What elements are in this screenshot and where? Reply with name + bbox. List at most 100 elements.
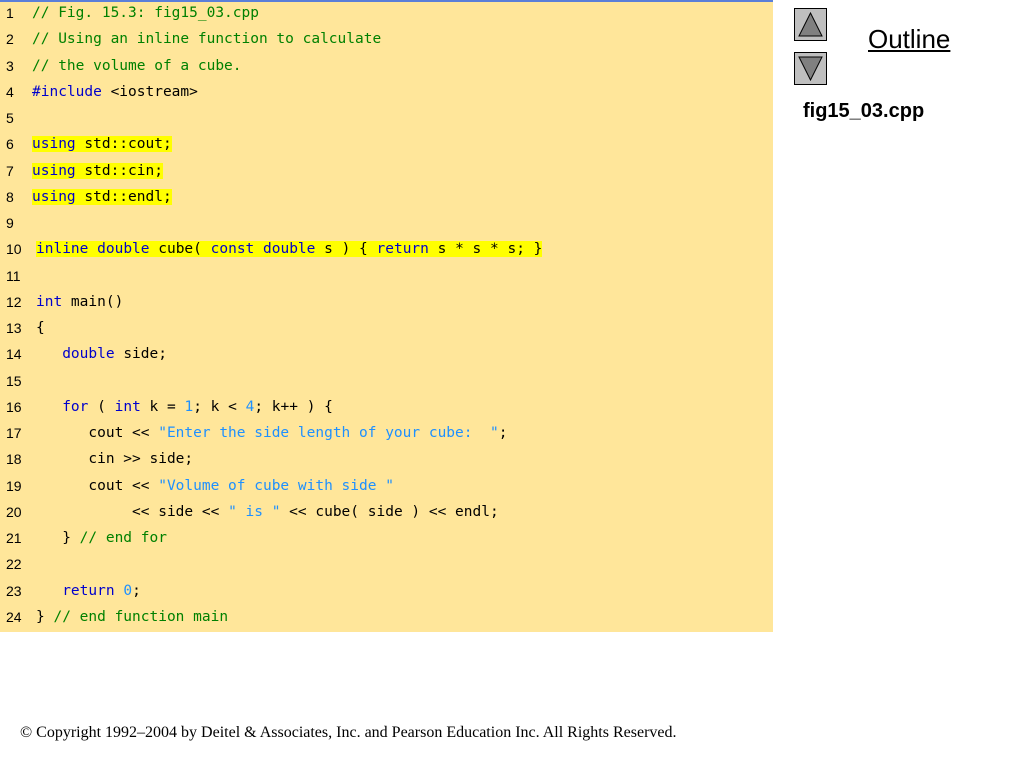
- line-number: 18: [6, 451, 22, 468]
- code-line: 2 // Using an inline function to calculat…: [0, 30, 773, 56]
- line-number: 6: [6, 136, 14, 153]
- code-token-kw: double: [97, 241, 150, 258]
- code-token-kw: using: [32, 136, 76, 153]
- code-token-plain: std::cin;: [75, 162, 163, 179]
- line-number: 17: [6, 425, 22, 441]
- line-number: 16: [6, 398, 22, 415]
- code-token-str: "Enter the side length of your cube: ": [158, 425, 499, 441]
- line-number: 3: [6, 57, 14, 74]
- code-token-plain: {: [36, 320, 45, 336]
- code-line: 20 << side << " is " << cube( side ) << …: [0, 503, 773, 529]
- code-line: 8 using std::endl;: [0, 188, 773, 214]
- line-number: 22: [6, 556, 22, 573]
- code-line: 3 // the volume of a cube.: [0, 57, 773, 83]
- code-text: // Fig. 15.3: fig15_03.cpp: [32, 4, 259, 22]
- code-text: using std::cout;: [32, 135, 172, 153]
- line-number: 11: [6, 267, 21, 284]
- code-token-kw: inline: [36, 241, 89, 258]
- code-token-kw: using: [32, 162, 76, 179]
- code-token-plain: ; k <: [193, 398, 246, 415]
- line-number: 23: [6, 582, 22, 599]
- code-token-plain: [254, 241, 264, 258]
- line-number: 21: [6, 530, 22, 546]
- code-text: << side << " is " << cube( side ) << end…: [36, 503, 499, 521]
- code-token-num: 1: [184, 398, 194, 415]
- code-text: for ( int k = 1; k < 4; k++ ) {: [36, 398, 333, 416]
- code-token-plain: std::cout;: [75, 136, 172, 153]
- code-listing-panel: 1 // Fig. 15.3: fig15_03.cpp 2 // Using an …: [0, 0, 773, 632]
- code-text: inline double cube( const double s ) { r…: [36, 240, 543, 258]
- code-token-plain: main(): [62, 293, 124, 310]
- code-line: 13 {: [0, 319, 773, 345]
- code-token-plain: }: [36, 530, 80, 546]
- line-number: 8: [6, 188, 14, 205]
- code-line: 12 int main(): [0, 293, 773, 319]
- triangle-up-icon: [798, 11, 823, 37]
- code-token-plain: s * s * s; }: [428, 241, 543, 258]
- code-token-plain: << cube( side ) << endl;: [280, 503, 499, 520]
- line-number: 9: [6, 215, 14, 231]
- code-line: 15: [0, 372, 773, 398]
- code-text: using std::cin;: [32, 162, 163, 180]
- code-text: {: [36, 319, 45, 337]
- next-slide-button[interactable]: [794, 52, 827, 85]
- code-line: 4 #include <iostream>: [0, 83, 773, 109]
- code-token-plain: std::endl;: [75, 188, 172, 205]
- line-number: 13: [6, 320, 22, 336]
- code-line: 19 cout << "Volume of cube with side ": [0, 477, 773, 503]
- code-text: int main(): [36, 293, 123, 311]
- code-token-str: "Volume of cube with side ": [158, 477, 394, 494]
- line-number: 20: [6, 503, 22, 520]
- code-token-plain: side;: [114, 346, 167, 363]
- code-text: cin >> side;: [36, 450, 193, 468]
- code-token-str: " is ": [228, 503, 281, 520]
- code-token-kw: for: [62, 398, 89, 415]
- code-text: } // end for: [36, 529, 167, 547]
- code-token-plain: [88, 241, 98, 258]
- code-line: 7 using std::cin;: [0, 162, 773, 188]
- line-number: 2: [6, 31, 14, 48]
- code-token-plain: s ) {: [315, 241, 377, 258]
- line-number: 15: [6, 372, 22, 389]
- line-number: 12: [6, 293, 22, 310]
- code-line: 17 cout << "Enter the side length of you…: [0, 424, 773, 450]
- code-line: 14 double side;: [0, 345, 773, 371]
- code-token-plain: ;: [498, 425, 508, 441]
- code-line: 1 // Fig. 15.3: fig15_03.cpp: [0, 4, 773, 30]
- line-number: 14: [6, 346, 22, 363]
- code-token-plain: cube(: [149, 241, 211, 258]
- code-text: cout << "Enter the side length of your c…: [36, 424, 507, 442]
- code-token-plain: cin >> side;: [36, 451, 194, 468]
- code-token-plain: ; k++ ) {: [254, 398, 333, 415]
- code-line: 21 } // end for: [0, 529, 773, 555]
- code-line: 11: [0, 267, 773, 293]
- code-line: 5: [0, 109, 773, 135]
- code-text: // Using an inline function to calculate: [32, 30, 381, 48]
- code-line: 18 cin >> side;: [0, 450, 773, 476]
- code-text: using std::endl;: [32, 188, 172, 206]
- code-line: 16 for ( int k = 1; k < 4; k++ ) {: [0, 398, 773, 424]
- code-token-kw: return: [62, 582, 115, 599]
- code-text: cout << "Volume of cube with side ": [36, 477, 394, 495]
- triangle-down-icon: [798, 56, 823, 82]
- code-token-comment: // the volume of a cube.: [32, 57, 242, 74]
- code-token-kw: int: [114, 398, 141, 415]
- code-token-plain: }: [36, 608, 54, 625]
- code-token-kw: const: [210, 241, 255, 258]
- code-line: 10 inline double cube( const double s ) {…: [0, 240, 773, 266]
- code-line: 22: [0, 555, 773, 581]
- outline-link[interactable]: Outline: [868, 24, 950, 55]
- code-text: } // end function main: [36, 608, 228, 626]
- line-number: 1: [6, 5, 14, 21]
- file-title: fig15_03.cpp: [803, 100, 925, 122]
- line-number: 7: [6, 162, 14, 179]
- previous-slide-button[interactable]: [794, 8, 827, 41]
- line-number: 4: [6, 83, 14, 100]
- copyright-notice: © Copyright 1992–2004 by Deitel & Associ…: [20, 724, 677, 741]
- code-text: double side;: [36, 345, 167, 363]
- code-token-kw: int: [36, 293, 63, 310]
- code-token-num: 0: [123, 582, 133, 599]
